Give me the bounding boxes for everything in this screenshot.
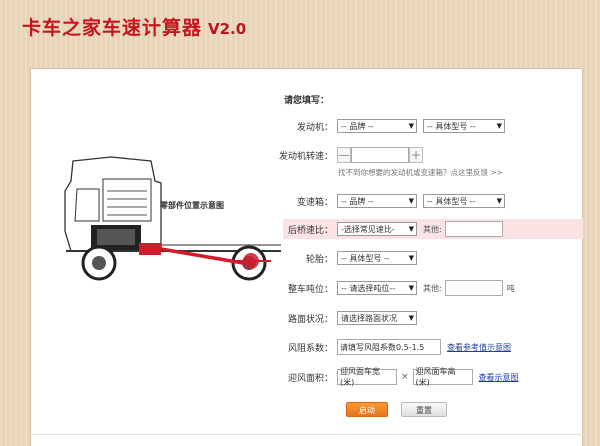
chevron-down-icon: ▼ — [496, 122, 502, 130]
version-text: V2.0 — [208, 20, 247, 38]
weight-value: -- 请选择吨位-- — [341, 283, 396, 293]
tire-value: -- 具体型号 -- — [341, 253, 390, 263]
page-title: 卡车之家车速计算器 V2.0 — [22, 13, 246, 40]
drag-label: 风阻系数： — [287, 343, 333, 354]
chevron-down-icon: ▼ — [408, 197, 414, 205]
engine-row: 发动机： -- 品牌 -- ▼ -- 具体型号 -- ▼ — [271, 118, 505, 134]
tire-row: 轮胎： -- 具体型号 -- ▼ — [271, 250, 417, 266]
area-width-input[interactable]: 迎风面车宽(米) — [337, 367, 397, 387]
start-button[interactable]: 启动 — [346, 402, 388, 417]
weight-unit: 吨 — [506, 283, 515, 293]
axle-other-label: 其他: — [423, 224, 442, 234]
gearbox-model-value: -- 具体型号 -- — [427, 196, 476, 206]
chevron-down-icon: ▼ — [408, 314, 414, 322]
gearbox-brand-value: -- 品牌 -- — [341, 196, 374, 206]
title-text: 卡车之家车速计算器 — [22, 17, 203, 39]
tire-label: 轮胎： — [305, 254, 333, 265]
chevron-down-icon: ▼ — [408, 225, 414, 233]
reset-button[interactable]: 重置 — [401, 402, 447, 417]
weight-select[interactable]: -- 请选择吨位-- ▼ — [337, 281, 417, 295]
rpm-row: 发动机转速： — + — [271, 147, 423, 163]
area-row: 迎风面积： 迎风面车宽(米) × 迎风面车高(米) 查看示意图 — [271, 367, 519, 387]
rpm-minus-button[interactable]: — — [337, 147, 351, 163]
weight-row: 整车吨位： -- 请选择吨位-- ▼ 其他: 吨 — [271, 280, 515, 296]
axle-ratio-value: -选择常见速比- — [341, 224, 395, 234]
engine-model-value: -- 具体型号 -- — [427, 121, 476, 131]
tire-select[interactable]: -- 具体型号 -- ▼ — [337, 251, 417, 265]
road-label: 路面状况： — [287, 314, 333, 325]
rpm-plus-button[interactable]: + — [409, 147, 423, 163]
engine-brand-value: -- 品牌 -- — [341, 121, 374, 131]
divider — [31, 434, 584, 435]
axle-ratio-select[interactable]: -选择常见速比- ▼ — [337, 222, 417, 236]
rpm-input[interactable] — [351, 147, 409, 163]
gearbox-brand-select[interactable]: -- 品牌 -- ▼ — [337, 194, 417, 208]
form-heading: 请您填写： — [284, 96, 330, 106]
weight-other-label: 其他: — [423, 283, 442, 293]
axle-label: 后桥速比： — [287, 225, 333, 236]
engine-label: 发动机： — [296, 122, 333, 133]
gearbox-label: 变速箱： — [296, 197, 333, 208]
diagram-label: 零部件位置示意图 — [160, 201, 224, 210]
road-value: 请选择路面状况 — [341, 313, 397, 323]
axle-row: 后桥速比： -选择常见速比- ▼ 其他: — [271, 221, 503, 237]
road-select[interactable]: 请选择路面状况 ▼ — [337, 311, 417, 325]
drag-row: 风阻系数： 请填写风阻系数0.5-1.5 查看参考值示意图 — [271, 339, 511, 355]
truck-diagram — [64, 156, 281, 281]
chevron-down-icon: ▼ — [408, 122, 414, 130]
feedback-hint[interactable]: 找不到你想要的发动机或变速箱？点这里反馈 >> — [338, 167, 503, 178]
times-sign: × — [401, 372, 409, 382]
area-reference-link[interactable]: 查看示意图 — [479, 372, 519, 383]
road-row: 路面状况： 请选择路面状况 ▼ — [271, 310, 417, 326]
axle-other-input[interactable] — [444, 221, 503, 237]
drag-reference-link[interactable]: 查看参考值示意图 — [447, 342, 511, 353]
chevron-down-icon: ▼ — [496, 197, 502, 205]
weight-label: 整车吨位： — [287, 284, 333, 295]
area-label: 迎风面积： — [287, 373, 333, 384]
gearbox-model-select[interactable]: -- 具体型号 -- ▼ — [423, 194, 505, 208]
area-height-input[interactable]: 迎风面车高(米) — [412, 367, 473, 387]
engine-model-select[interactable]: -- 具体型号 -- ▼ — [423, 119, 505, 133]
rpm-label: 发动机转速： — [278, 151, 333, 162]
weight-other-input[interactable] — [444, 280, 503, 296]
drag-input[interactable]: 请填写风阻系数0.5-1.5 — [337, 339, 441, 355]
chevron-down-icon: ▼ — [408, 284, 414, 292]
gearbox-row: 变速箱： -- 品牌 -- ▼ -- 具体型号 -- ▼ — [271, 193, 505, 209]
calculator-panel: 零部件位置示意图 请您填写： 发动机： -- 品牌 -- ▼ -- 具体型号 --… — [30, 68, 584, 446]
engine-brand-select[interactable]: -- 品牌 -- ▼ — [337, 119, 417, 133]
chevron-down-icon: ▼ — [408, 254, 414, 262]
